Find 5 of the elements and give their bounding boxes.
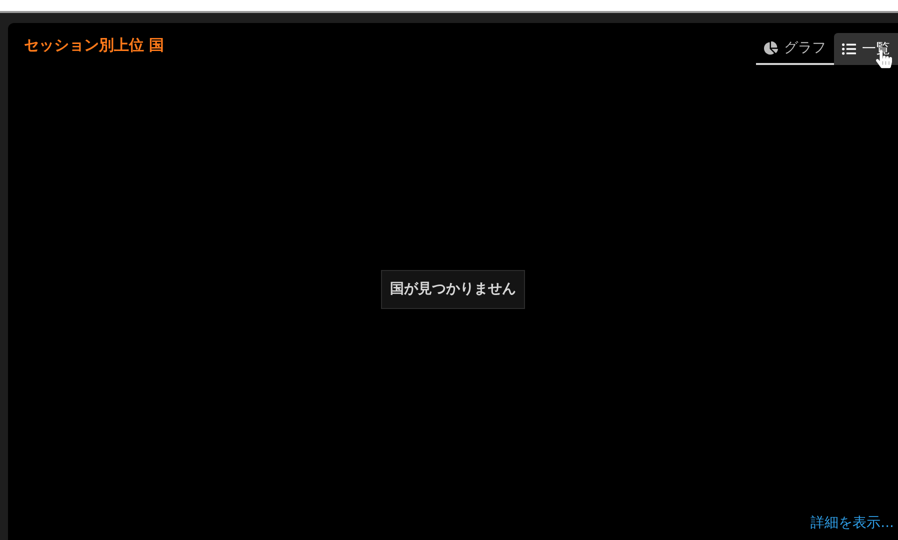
empty-message: 国が見つかりません — [381, 270, 525, 308]
pie-chart-icon — [764, 41, 778, 55]
panel-title: セッション別上位 国 — [24, 35, 164, 56]
list-icon — [842, 42, 856, 56]
show-details-link[interactable]: 詳細を表示... — [810, 513, 894, 534]
